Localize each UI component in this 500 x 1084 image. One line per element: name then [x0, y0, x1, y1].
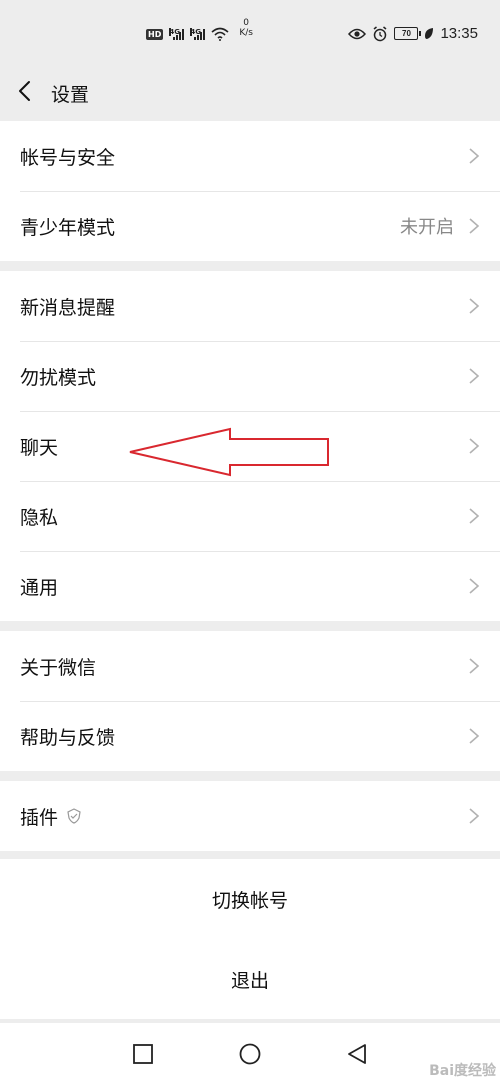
chevron-right-icon — [469, 658, 480, 674]
switch-account-label: 切换帐号 — [211, 889, 288, 912]
watermark: Bai度经验 — [429, 1063, 496, 1079]
settings-item-account-security[interactable]: 帐号与安全 — [0, 121, 500, 191]
net-speed-value: 0 — [243, 18, 250, 28]
settings-item-label: 插件 — [20, 803, 82, 830]
plugin-shield-icon — [67, 808, 81, 824]
nav-header: 设置 — [0, 70, 500, 120]
settings-item-label: 帮助与反馈 — [20, 726, 116, 749]
chevron-right-icon — [469, 728, 480, 744]
settings-group-account: 帐号与安全 青少年模式 未开启 — [0, 121, 500, 261]
eye-icon — [348, 28, 367, 39]
net-speed: 0 K/s — [239, 18, 253, 38]
status-left: HD 4G 4G 0 K/s — [146, 18, 253, 44]
settings-item-label: 隐私 — [20, 506, 59, 529]
settings-item-label: 通用 — [20, 576, 59, 599]
chevron-right-icon — [469, 578, 480, 594]
settings-item-plugins[interactable]: 插件 — [0, 781, 500, 851]
settings-item-label: 勿扰模式 — [20, 366, 97, 389]
settings-item-teen-mode[interactable]: 青少年模式 未开启 — [0, 191, 500, 261]
chevron-right-icon — [469, 368, 480, 384]
battery-icon: 70 — [394, 27, 422, 40]
logout-label: 退出 — [230, 969, 269, 992]
settings-item-do-not-disturb[interactable]: 勿扰模式 — [0, 341, 500, 411]
settings-group-plugins: 插件 — [0, 781, 500, 851]
sim2-signal-icon: 4G — [190, 28, 206, 40]
plugins-label: 插件 — [20, 806, 59, 829]
back-arrow-icon[interactable] — [14, 79, 38, 103]
settings-item-label: 青少年模式 — [20, 216, 116, 239]
system-nav-bar — [0, 1023, 500, 1084]
page-title: 设置 — [51, 84, 90, 106]
chevron-right-icon — [469, 298, 480, 314]
chevron-right-icon — [469, 808, 480, 824]
switch-account-button[interactable]: 切换帐号 — [0, 859, 500, 939]
sim1-network-label: 4G — [169, 28, 180, 36]
leaf-icon — [425, 28, 434, 39]
logout-button[interactable]: 退出 — [0, 939, 500, 1019]
status-bar: HD 4G 4G 0 K/s 70 13:35 — [0, 0, 500, 70]
settings-item-label: 关于微信 — [20, 656, 97, 679]
chevron-right-icon — [469, 508, 480, 524]
hd-badge: HD — [146, 28, 164, 40]
status-right: 70 13:35 — [348, 25, 478, 42]
sim1-signal-icon: 4G — [169, 28, 185, 40]
chevron-right-icon — [469, 438, 480, 454]
settings-item-label: 聊天 — [20, 436, 59, 459]
wifi-icon — [211, 27, 229, 41]
settings-item-general[interactable]: 通用 — [0, 551, 500, 621]
settings-item-label: 新消息提醒 — [20, 296, 116, 319]
recent-apps-icon[interactable] — [132, 1043, 154, 1065]
chevron-right-icon — [469, 218, 480, 234]
annotation-arrow-icon — [129, 427, 329, 477]
settings-item-new-message-alerts[interactable]: 新消息提醒 — [0, 271, 500, 341]
settings-group-about: 关于微信 帮助与反馈 — [0, 631, 500, 771]
settings-item-privacy[interactable]: 隐私 — [0, 481, 500, 551]
back-triangle-icon[interactable] — [346, 1043, 368, 1065]
settings-item-label: 帐号与安全 — [20, 146, 116, 169]
sim2-network-label: 4G — [190, 28, 201, 36]
settings-item-about-wechat[interactable]: 关于微信 — [0, 631, 500, 701]
home-icon[interactable] — [239, 1043, 261, 1065]
chevron-right-icon — [469, 148, 480, 164]
settings-item-help-feedback[interactable]: 帮助与反馈 — [0, 701, 500, 771]
teen-mode-status: 未开启 — [400, 217, 454, 238]
net-speed-unit: K/s — [239, 28, 253, 38]
alarm-icon — [373, 25, 387, 41]
clock-time: 13:35 — [440, 25, 478, 42]
